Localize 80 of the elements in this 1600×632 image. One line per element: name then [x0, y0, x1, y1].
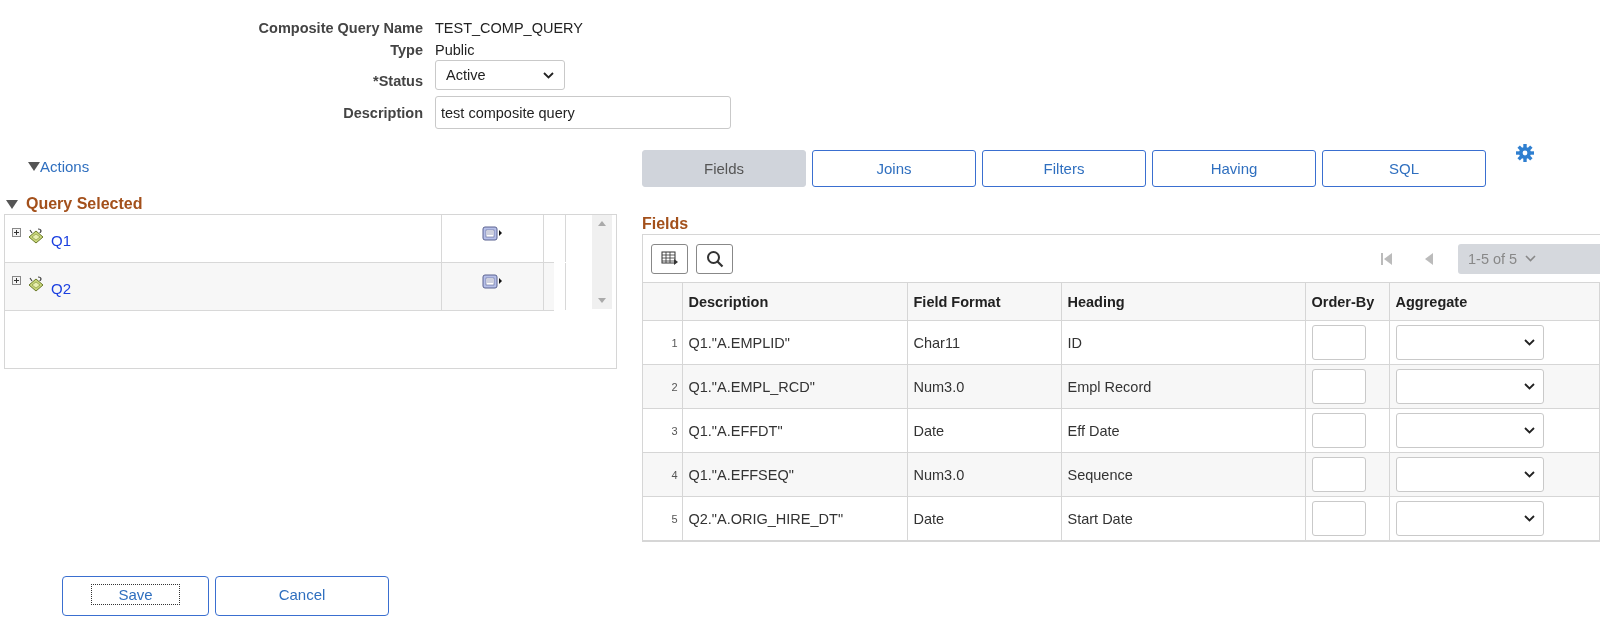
collapse-icon[interactable]: [6, 199, 18, 209]
aggregate-dropdown[interactable]: [1395, 413, 1544, 448]
column-header: Description: [688, 293, 769, 310]
table-cell: Date: [913, 422, 945, 439]
caret-icon: [1523, 427, 1535, 434]
settings-icon[interactable]: [1516, 144, 1534, 162]
table-cell: Q2."A.ORIG_HIRE_DT": [688, 510, 844, 527]
scroll-up-icon[interactable]: [598, 221, 606, 226]
tab[interactable]: Having: [1152, 150, 1316, 187]
order-by-field[interactable]: [1311, 501, 1366, 536]
table-cell: Sequence: [1067, 466, 1133, 483]
actions-link[interactable]: Actions: [28, 158, 90, 175]
grid-icon: [660, 251, 679, 266]
section-title: Query Selected: [26, 195, 143, 213]
related-content-icon[interactable]: [482, 226, 503, 241]
table-cell: Num3.0: [913, 378, 965, 395]
query-icon: [27, 276, 45, 293]
tab[interactable]: Fields: [642, 150, 806, 187]
query-icon: [27, 228, 45, 245]
expand-icon[interactable]: [12, 228, 21, 237]
table-cell: ID: [1067, 334, 1082, 351]
row-number: 2: [671, 380, 678, 393]
caret-icon: [1523, 515, 1535, 522]
aggregate-dropdown[interactable]: [1395, 325, 1544, 360]
table-cell: Date: [913, 510, 945, 527]
description-field[interactable]: test composite query: [435, 96, 731, 129]
field-value: TEST_COMP_QUERY: [435, 19, 584, 38]
tab[interactable]: SQL: [1322, 150, 1486, 187]
column-header: Heading: [1067, 293, 1125, 310]
aggregate-dropdown[interactable]: [1395, 501, 1544, 536]
table-cell: Num3.0: [913, 466, 965, 483]
collapse-icon: [28, 162, 40, 171]
aggregate-dropdown[interactable]: [1395, 457, 1544, 492]
column-header: Field Format: [913, 293, 1001, 310]
column-header: Aggregate: [1395, 293, 1468, 310]
order-by-field[interactable]: [1311, 457, 1366, 492]
tab[interactable]: Filters: [982, 150, 1146, 187]
caret-icon: [1525, 255, 1537, 262]
search-button[interactable]: [696, 243, 733, 274]
grid-title: Fields: [642, 215, 690, 234]
field-label: Type: [390, 42, 423, 58]
aggregate-dropdown[interactable]: [1395, 369, 1544, 404]
table-cell: Char11: [913, 334, 960, 351]
status-dropdown[interactable]: Active: [435, 60, 565, 90]
order-by-field[interactable]: [1311, 369, 1366, 404]
field-label: Description: [343, 104, 423, 121]
column-header: Order-By: [1311, 293, 1375, 310]
caret-icon: [1523, 471, 1535, 478]
cancel-button[interactable]: Cancel: [215, 576, 389, 616]
personalize-button[interactable]: [651, 243, 688, 274]
first-page-icon[interactable]: [1380, 251, 1394, 266]
table-cell: Eff Date: [1067, 422, 1120, 439]
scroll-down-icon[interactable]: [598, 298, 606, 303]
caret-icon: [1523, 383, 1535, 390]
field-value: Public: [435, 42, 476, 58]
table-cell: Q1."A.EFFDT": [688, 422, 783, 439]
row-number: 4: [671, 468, 678, 481]
table-cell: Start Date: [1067, 510, 1133, 527]
table-cell: Q1."A.EFFSEQ": [688, 466, 794, 483]
table-cell: Empl Record: [1067, 378, 1152, 395]
related-content-icon[interactable]: [482, 274, 503, 289]
save-button[interactable]: Save: [62, 576, 209, 616]
query-link[interactable]: Q2: [51, 280, 71, 297]
field-label: Composite Query Name: [258, 20, 423, 36]
row-number: 3: [671, 424, 678, 437]
expand-icon[interactable]: [12, 276, 21, 285]
query-link[interactable]: Q1: [51, 232, 71, 249]
table-cell: Q1."A.EMPLID": [688, 334, 790, 351]
order-by-field[interactable]: [1311, 413, 1366, 448]
scrollbar[interactable]: [592, 215, 612, 309]
row-number: 5: [671, 512, 678, 525]
order-by-field[interactable]: [1311, 325, 1366, 360]
tab[interactable]: Joins: [812, 150, 976, 187]
field-label: *Status: [373, 72, 423, 89]
search-icon: [705, 249, 724, 268]
previous-page-icon[interactable]: [1424, 251, 1434, 266]
row-number: 1: [671, 336, 678, 349]
table-cell: Q1."A.EMPL_RCD": [688, 378, 815, 395]
caret-icon: [1523, 339, 1535, 346]
caret-icon: [543, 71, 554, 79]
